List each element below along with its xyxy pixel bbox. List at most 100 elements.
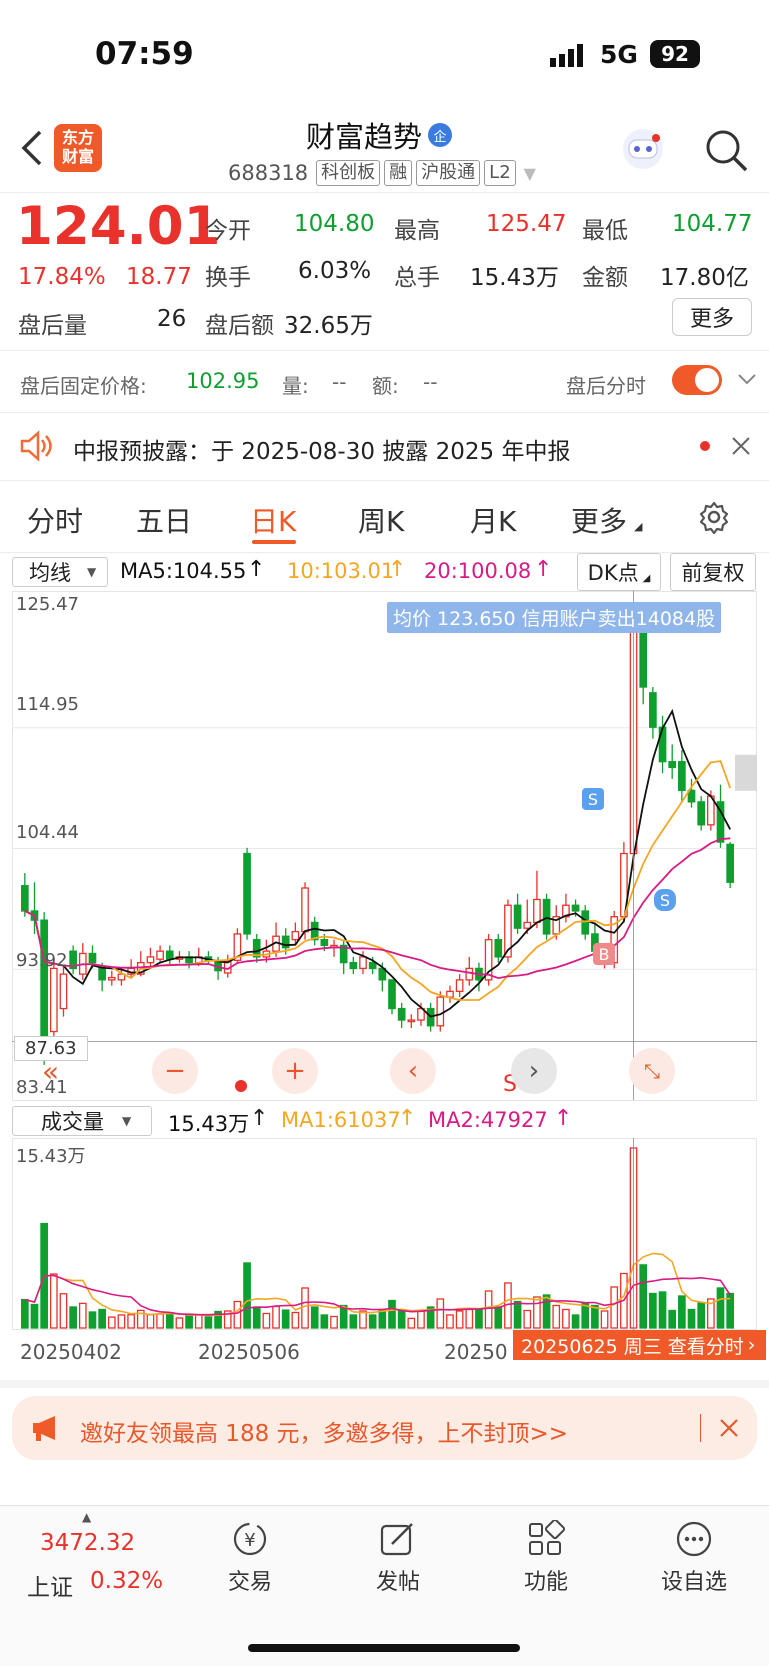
- volume-bar: [649, 1292, 657, 1329]
- zoom-in-button[interactable]: +: [272, 1048, 318, 1094]
- forward-adjust-button[interactable]: 前复权: [670, 553, 756, 591]
- candle-body: [494, 939, 503, 958]
- stock-name: 财富趋势: [306, 120, 423, 154]
- volume-value: 15.43万: [470, 265, 559, 291]
- candle-body: [397, 1007, 406, 1021]
- app-logo[interactable]: 东方 财富: [54, 124, 102, 172]
- index-name[interactable]: 上证: [27, 1568, 73, 1602]
- amount-label: 金额: [582, 265, 628, 291]
- ma5-arrow: ↑: [247, 557, 266, 582]
- sell-marker[interactable]: S: [582, 788, 604, 810]
- tab-five-day[interactable]: 五日: [136, 500, 192, 540]
- candle-body: [523, 921, 532, 929]
- nav-post[interactable]: 发帖: [372, 1520, 424, 1596]
- volume-current: 15.43万: [168, 1112, 250, 1136]
- fullscreen-icon[interactable]: ⤡: [629, 1048, 675, 1094]
- volume-bar: [117, 1314, 126, 1329]
- chevron-down-icon[interactable]: [736, 368, 758, 394]
- current-price: 124.01: [16, 196, 221, 257]
- battery-icon: 92: [650, 40, 700, 68]
- more-button[interactable]: 更多: [672, 298, 752, 336]
- gear-icon[interactable]: [697, 500, 731, 538]
- volume-ma1-arrow: ↑: [398, 1106, 417, 1131]
- volume-bar: [562, 1308, 570, 1329]
- zoom-out-button[interactable]: −: [152, 1048, 198, 1094]
- low-value: 104.77: [672, 211, 753, 237]
- index-change[interactable]: 0.32%: [90, 1568, 163, 1594]
- volume-bar: [475, 1308, 483, 1329]
- search-icon[interactable]: [704, 128, 748, 176]
- nav-add-watchlist[interactable]: 设自选: [656, 1520, 732, 1596]
- tab-intraday[interactable]: 分时: [27, 500, 83, 540]
- chevron-down-icon: ▼: [523, 163, 536, 183]
- volume-bar: [49, 1273, 58, 1329]
- robot-assistant-icon[interactable]: [620, 126, 666, 176]
- amount-value: 17.80亿: [660, 265, 749, 291]
- after-vol-value: --: [332, 370, 347, 394]
- stock-subtitle[interactable]: 688318 科创板 融 沪股通 L2 ▼: [228, 160, 536, 186]
- ma20-value: 20:100.08: [424, 559, 532, 583]
- volume-bar: [407, 1317, 416, 1329]
- notice-text[interactable]: 中报预披露：于 2025-08-30 披露 2025 年中报: [73, 432, 570, 466]
- volume-bar: [446, 1314, 454, 1329]
- candlestick-chart[interactable]: [12, 591, 757, 1101]
- volume-bar: [668, 1309, 677, 1329]
- candle-body: [533, 898, 541, 924]
- tab-weekly-k[interactable]: 周K: [358, 500, 404, 540]
- sell-marker[interactable]: S: [652, 887, 678, 913]
- volume-bar: [359, 1310, 367, 1329]
- volume-bar: [107, 1316, 116, 1329]
- volume-selector[interactable]: 成交量 ▼: [12, 1106, 152, 1136]
- open-label: 今开: [205, 218, 251, 244]
- date-axis-label: 20250506: [198, 1340, 300, 1364]
- ma-selector[interactable]: 均线 ▼: [12, 557, 108, 587]
- volume-bar: [465, 1308, 474, 1329]
- network-label: 5G: [600, 40, 638, 69]
- ma-selector-label: 均线: [29, 561, 71, 585]
- volume-arrow: ↑: [250, 1106, 269, 1131]
- volume-ma1: MA1:61037: [281, 1108, 401, 1132]
- nav-functions[interactable]: 功能: [520, 1520, 572, 1596]
- volume-bar: [233, 1300, 242, 1329]
- turnover-label: 换手: [205, 265, 251, 291]
- nav-label: 功能: [523, 1570, 568, 1595]
- volume-chart[interactable]: [12, 1138, 757, 1330]
- candle-body: [446, 990, 454, 998]
- volume-bar: [533, 1296, 541, 1329]
- scroll-left-fast-icon[interactable]: «: [42, 1055, 59, 1088]
- candle-body: [513, 904, 522, 929]
- close-icon[interactable]: [718, 1417, 740, 1443]
- volume-bar: [552, 1304, 561, 1329]
- turnover-value: 6.03%: [298, 258, 372, 284]
- tab-daily-k[interactable]: 日K: [250, 500, 296, 540]
- scroll-right-button[interactable]: ›: [511, 1048, 557, 1094]
- close-icon[interactable]: [730, 435, 752, 461]
- candle-body: [407, 1019, 416, 1023]
- volume-bar: [368, 1314, 377, 1329]
- stock-title[interactable]: 财富趋势 企: [306, 114, 453, 156]
- index-value[interactable]: 3472.32: [40, 1530, 135, 1556]
- volume-bar: [281, 1309, 290, 1329]
- candle-body: [436, 996, 445, 1027]
- nav-trade[interactable]: ¥ 交易: [224, 1520, 276, 1596]
- date-callout[interactable]: 20250625 周三 查看分时 ›: [513, 1330, 766, 1360]
- date-callout-text: 20250625 周三 查看分时: [521, 1335, 744, 1358]
- candle-body: [320, 939, 329, 947]
- after-hours-toggle[interactable]: [672, 365, 722, 395]
- volume-bar: [397, 1309, 406, 1329]
- scroll-left-button[interactable]: ‹: [390, 1048, 436, 1094]
- volume-bar: [252, 1306, 261, 1329]
- volume-bar: [30, 1303, 39, 1329]
- high-label: 最高: [394, 218, 440, 244]
- candle-body: [156, 950, 164, 960]
- candle-body: [291, 930, 300, 941]
- volume-bar: [156, 1313, 164, 1329]
- back-icon[interactable]: [18, 128, 44, 172]
- buy-marker[interactable]: B: [593, 943, 615, 965]
- candle-body: [20, 885, 29, 912]
- tab-more[interactable]: 更多: [571, 500, 627, 540]
- tab-monthly-k[interactable]: 月K: [470, 500, 516, 540]
- dk-point-button[interactable]: DK点 ◢: [577, 553, 661, 591]
- promo-banner[interactable]: 邀好友领最高 188 元，多邀多得，上不封顶>>: [12, 1396, 757, 1460]
- after-amount-label: 盘后额: [205, 313, 274, 339]
